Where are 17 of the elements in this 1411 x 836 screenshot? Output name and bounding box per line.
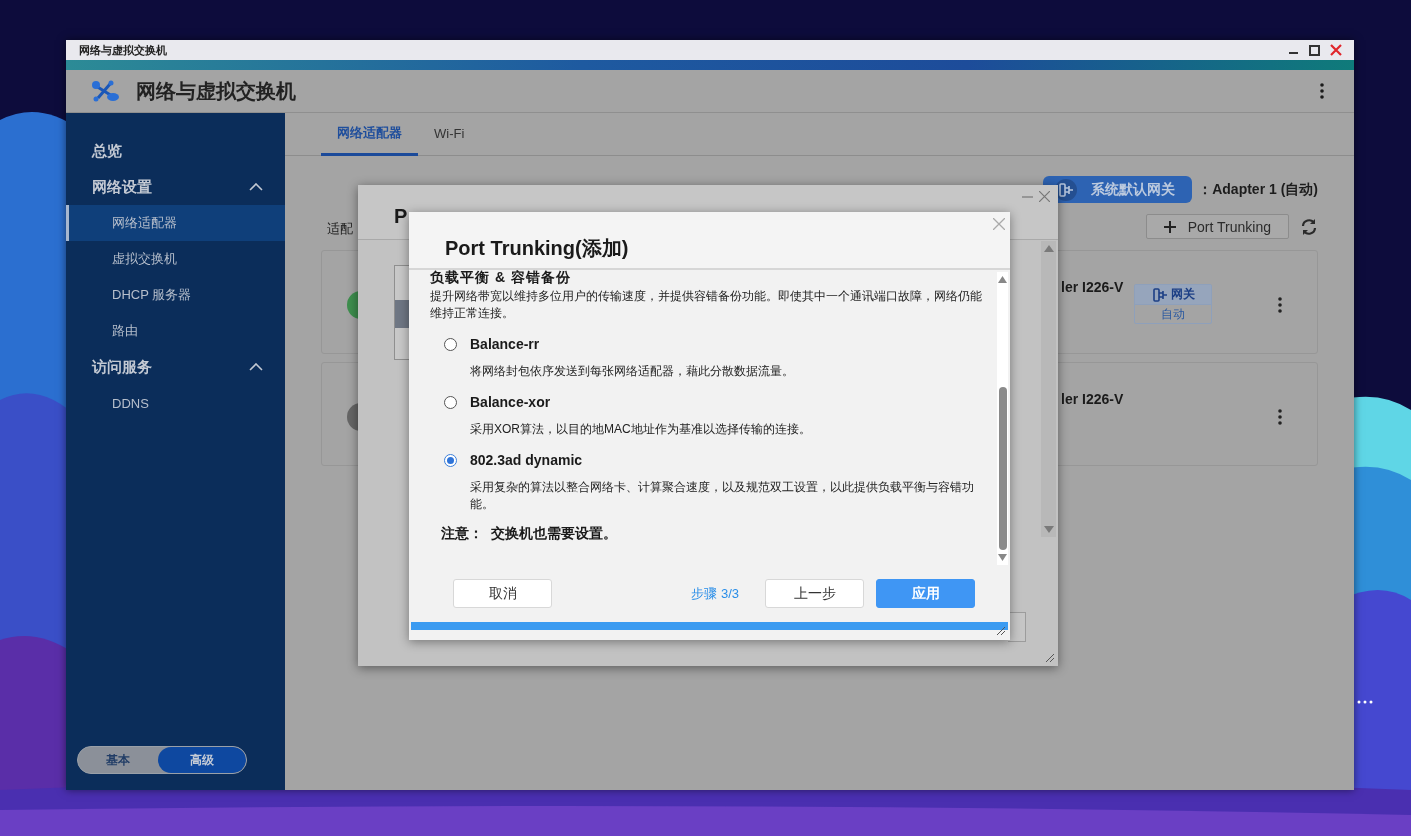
section-description: 提升网络带宽以维持多位用户的传输速度，并提供容错备份功能。即使其中一个通讯端口故障，网络仍能维持正常连接。 — [430, 288, 983, 322]
option-description: 将网络封包依序发送到每张网络适配器，藉此分散数据流量。 — [470, 363, 795, 380]
badge-title: 网关 — [1170, 286, 1195, 303]
step-indicator: 步骤 3/3 — [691, 584, 739, 603]
note-text: 注意： 交换机也需要设置。 — [441, 525, 618, 543]
adapter-name: ler I226-V — [1061, 391, 1125, 407]
window-title: 网络与虚拟交换机 — [79, 42, 168, 58]
section-heading: 负载平衡 & 容错备份 — [430, 270, 572, 286]
dialog-title: P — [394, 204, 408, 228]
dialog-title: Port Trunking(添加) — [445, 235, 629, 261]
option-description: 采用XOR算法，以目的地MAC地址作为基准以选择传输的连接。 — [470, 421, 812, 438]
gateway-value: ：Adapter 1 (自动) — [1198, 180, 1318, 199]
app-title: 网络与虚拟交换机 — [136, 78, 297, 104]
badge-subtitle: 自动 — [1135, 304, 1211, 323]
section-title: 适配 — [327, 219, 353, 238]
adapter-name: ler I226-V — [1061, 279, 1125, 295]
option-description: 采用复杂的算法以整合网络卡、计算聚合速度，以及规范双工设置，以此提供负载平衡与容错功能。 — [470, 479, 975, 513]
